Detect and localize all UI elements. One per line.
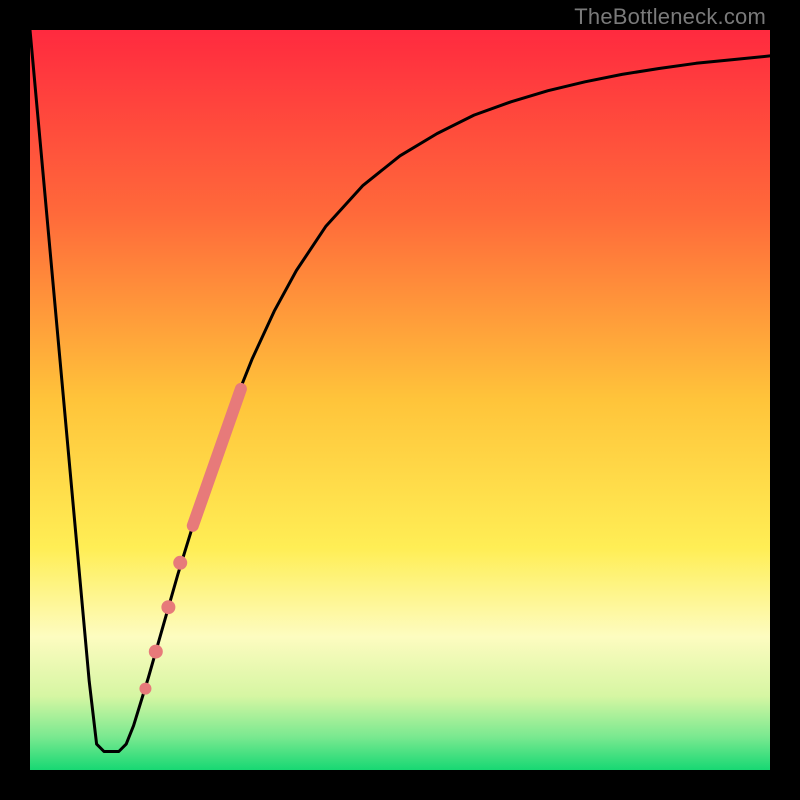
- chart-frame: TheBottleneck.com: [0, 0, 800, 800]
- plot-area: [30, 30, 770, 770]
- marker-dot: [161, 600, 175, 614]
- marker-dot: [139, 683, 151, 695]
- marker-dot: [149, 645, 163, 659]
- gradient-background: [30, 30, 770, 770]
- chart-svg: [30, 30, 770, 770]
- marker-dot: [173, 556, 187, 570]
- watermark-text: TheBottleneck.com: [574, 4, 766, 30]
